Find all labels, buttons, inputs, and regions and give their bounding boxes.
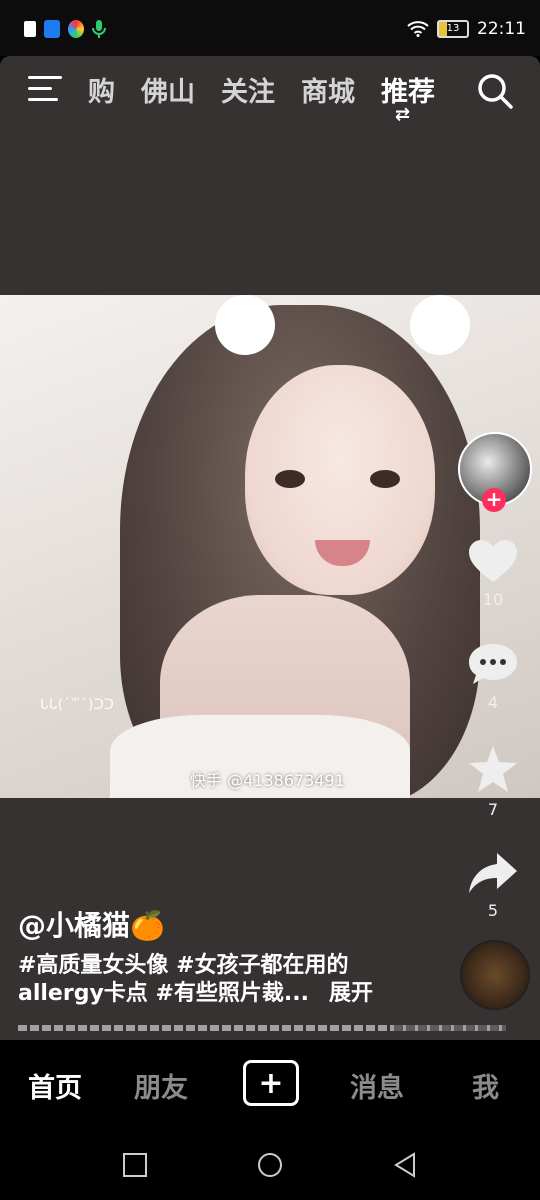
like-count: 10: [482, 590, 504, 609]
nav-me[interactable]: 我: [472, 1066, 499, 1105]
favorite-count: 7: [487, 800, 499, 819]
favorite-action[interactable]: 7: [458, 744, 528, 819]
home-circle-icon[interactable]: [257, 1152, 283, 1178]
nav-messages[interactable]: 消息: [350, 1066, 404, 1105]
bunny-ear-left: [215, 295, 275, 355]
swap-icon: ⇄: [395, 104, 411, 125]
back-triangle-icon[interactable]: [392, 1152, 418, 1178]
status-left-icons: [24, 20, 106, 38]
tab-local[interactable]: 佛山: [141, 70, 195, 109]
wifi-icon: [407, 21, 429, 37]
create-button[interactable]: +: [243, 1060, 299, 1106]
nav-home[interactable]: 首页: [28, 1066, 82, 1105]
share-icon[interactable]: [467, 851, 519, 895]
bottom-nav: 首页 朋友 + 消息 我: [0, 1040, 540, 1132]
tab-following[interactable]: 关注: [221, 70, 275, 109]
author-name[interactable]: @小橘猫🍊: [18, 904, 165, 944]
plus-icon: +: [258, 1065, 284, 1101]
video-watermark: 快手 @4138673491: [190, 771, 345, 790]
recents-square-icon[interactable]: [122, 1152, 148, 1178]
heart-icon[interactable]: [467, 538, 519, 584]
status-bar: 13 22:11: [0, 0, 540, 56]
status-right: 13 22:11: [407, 19, 526, 39]
comment-count: 4: [487, 693, 499, 712]
battery-level: 13: [446, 23, 460, 34]
music-disc-icon[interactable]: [460, 940, 530, 1010]
nav-friends[interactable]: 朋友: [134, 1066, 188, 1105]
shield-app-icon: [44, 20, 60, 38]
video-caption[interactable]: #高质量女头像 #女孩子都在用的allergy卡点 #有些照片裁... 展开: [18, 952, 428, 1008]
follow-plus-icon[interactable]: +: [482, 488, 506, 512]
action-rail: + 10 4 7 5: [458, 432, 534, 920]
tab-mall[interactable]: 商城: [301, 70, 355, 109]
playlist-progress[interactable]: [18, 1025, 506, 1031]
tab-recommended[interactable]: 推荐 ⇄: [381, 70, 435, 125]
photo-doodle: ᒐᒐ(ˊ꒳ˋ)ᑐᑐ: [40, 697, 114, 713]
comment-action[interactable]: 4: [458, 641, 528, 712]
star-icon[interactable]: [467, 744, 519, 794]
photo-face: [245, 365, 435, 595]
expand-button[interactable]: 展开: [329, 981, 373, 1006]
system-nav-bar: [0, 1132, 540, 1200]
bunny-ear-right: [410, 295, 470, 355]
menu-icon[interactable]: [28, 76, 62, 102]
top-tabs: 购 佛山 关注 商城 推荐 ⇄: [88, 70, 435, 125]
feed-card[interactable]: 购 佛山 关注 商城 推荐 ⇄ ᒐᒐ(ˊ꒳ˋ)ᑐᑐ 快手 @4138673491…: [0, 56, 540, 1040]
clock: 22:11: [477, 19, 526, 39]
microphone-icon: [92, 20, 106, 38]
like-action[interactable]: 10: [458, 538, 528, 609]
battery-icon: 13: [437, 20, 469, 38]
comment-icon[interactable]: [467, 641, 519, 687]
caption-text: #高质量女头像 #女孩子都在用的allergy卡点 #有些照片裁...: [18, 953, 349, 1006]
share-count: 5: [487, 901, 499, 920]
search-icon[interactable]: [476, 72, 514, 110]
top-nav: 购 佛山 关注 商城 推荐 ⇄: [0, 56, 540, 126]
tab-shopping[interactable]: 购: [88, 70, 115, 109]
share-action[interactable]: 5: [458, 851, 528, 920]
alert-icon: [24, 21, 36, 37]
colorful-app-icon: [68, 20, 84, 38]
